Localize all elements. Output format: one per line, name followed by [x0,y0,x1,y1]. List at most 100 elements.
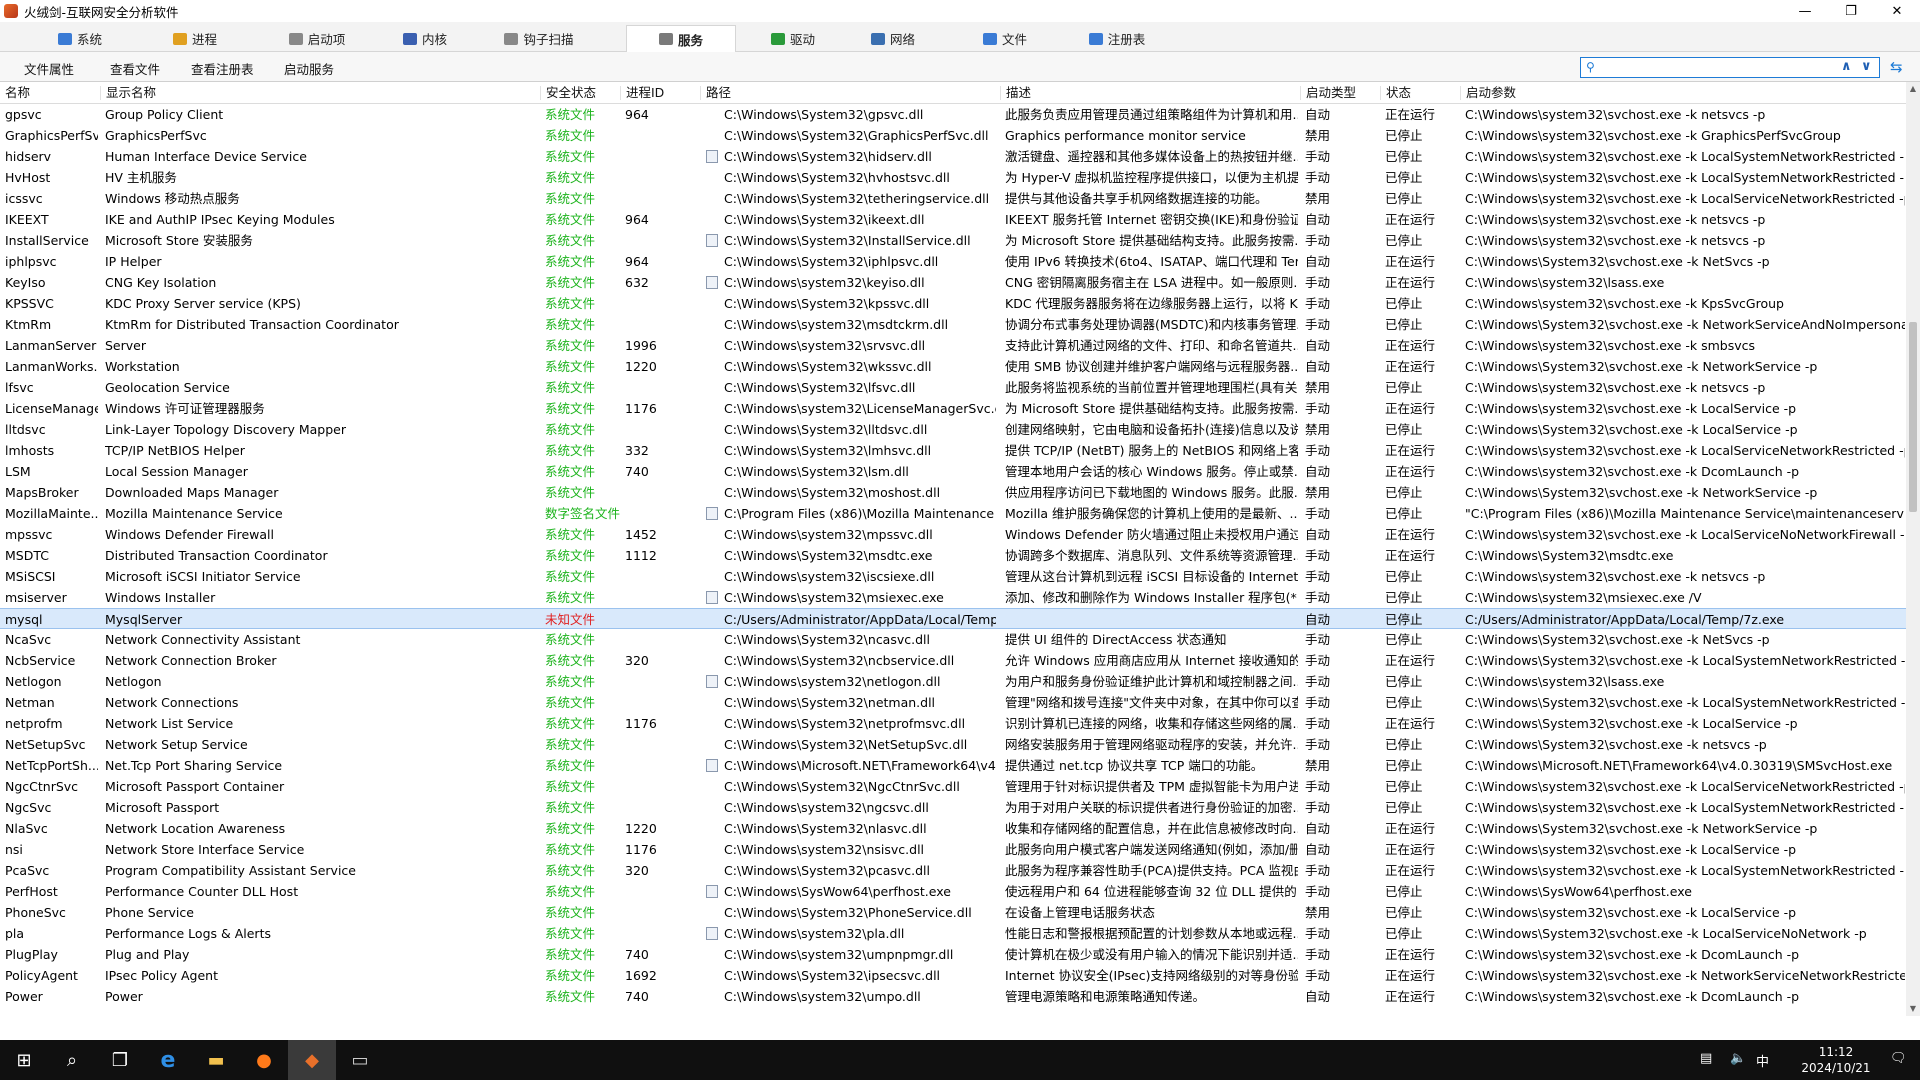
column-header-display-name[interactable]: 显示名称 [100,86,156,100]
tab-file[interactable]: 文件 [950,25,1060,52]
table-row[interactable]: netprofm Network List Service 系统文件 1176 C:\W… [0,713,1906,734]
maximize-button[interactable]: ❐ [1828,0,1874,22]
file-properties-button[interactable]: 文件属性 [24,59,74,78]
table-row[interactable]: Power Power 系统文件 740 C:\Windows\system32\ump… [0,986,1906,1007]
table-row[interactable]: InstallService Microsoft Store 安装服务 系统文件 C:… [0,230,1906,251]
cell-name: gpsvc [5,107,42,122]
table-row[interactable]: KPSSVC KDC Proxy Server service (KPS) 系统文件… [0,293,1906,314]
tab-label: 文件 [1001,32,1027,47]
view-registry-button[interactable]: 查看注册表 [191,59,254,78]
notification-icon[interactable]: 🗨 [1890,1051,1907,1066]
column-header-name[interactable]: 名称 [0,86,30,100]
table-row[interactable]: lmhosts TCP/IP NetBIOS Helper 系统文件 332 C:\Wi… [0,440,1906,461]
table-row[interactable]: lltdsvc Link-Layer Topology Discovery Map… [0,419,1906,440]
search-box[interactable]: ⚲ ∧ ∨ [1580,57,1880,78]
table-row[interactable]: PlugPlay Plug and Play 系统文件 740 C:\Windows\s… [0,944,1906,965]
table-row[interactable]: NetTcpPortSh... Net.Tcp Port Sharing Serv… [0,755,1906,776]
file-icon [982,32,997,45]
table-row[interactable]: NlaSvc Network Location Awareness 系统文件 1220… [0,818,1906,839]
table-row[interactable]: msiserver Windows Installer 系统文件 C:\Windows… [0,587,1906,608]
table-row[interactable]: lfsvc Geolocation Service 系统文件 C:\Windows\S… [0,377,1906,398]
cell-start-type: 自动 [1305,612,1331,627]
table-row[interactable]: Netlogon Netlogon 系统文件 C:\Windows\system32\… [0,671,1906,692]
explorer-icon[interactable]: ▬ [192,1040,240,1080]
table-row[interactable]: LSM Local Session Manager 系统文件 740 C:\Window… [0,461,1906,482]
tab-service[interactable]: 服务 [626,25,736,53]
scrollbar-thumb[interactable] [1909,322,1917,512]
table-row[interactable]: MapsBroker Downloaded Maps Manager 系统文件 C:\… [0,482,1906,503]
table-row[interactable]: pla Performance Logs & Alerts 系统文件 C:\Windo… [0,923,1906,944]
table-row[interactable]: PcaSvc Program Compatibility Assistant Se… [0,860,1906,881]
column-header-pid[interactable]: 进程ID [620,86,664,100]
refresh-icon[interactable]: ⇆ [1890,58,1903,76]
table-row[interactable]: PolicyAgent IPsec Policy Agent 系统文件 1692 C:\… [0,965,1906,986]
search-icon[interactable]: ⌕ [48,1040,96,1080]
tab-driver[interactable]: 驱动 [738,25,848,52]
cell-display-name: Windows 移动热点服务 [105,191,240,206]
table-row[interactable]: GraphicsPerfSvc GraphicsPerfSvc 系统文件 C:\Win… [0,125,1906,146]
tab-hook[interactable]: 钩子扫描 [484,25,594,52]
scroll-up-icon[interactable]: ▲ [1906,82,1920,96]
table-row[interactable]: icssvc Windows 移动热点服务 系统文件 C:\Windows\Syste… [0,188,1906,209]
column-header-status[interactable]: 状态 [1380,86,1411,100]
table-row[interactable]: MSiSCSI Microsoft iSCSI Initiator Service… [0,566,1906,587]
table-row[interactable]: LanmanServer Server 系统文件 1996 C:\Windows\sys… [0,335,1906,356]
column-header-path[interactable]: 路径 [700,86,731,100]
cell-status: 正在运行 [1385,548,1436,563]
tab-process[interactable]: 进程 [140,25,250,52]
tab-registry[interactable]: 注册表 [1062,25,1172,52]
column-header-start-type[interactable]: 启动类型 [1300,86,1356,100]
table-row[interactable]: mysql MysqlServer 未知文件 C:/Users/Administrat… [0,608,1906,629]
table-row[interactable]: NcbService Network Connection Broker 系统文件 3… [0,650,1906,671]
column-header-start-params[interactable]: 启动参数 [1460,86,1516,100]
ime-indicator[interactable]: 中 [1756,1051,1769,1070]
view-file-button[interactable]: 查看文件 [110,59,160,78]
table-row[interactable]: mpssvc Windows Defender Firewall 系统文件 1452 C… [0,524,1906,545]
table-row[interactable]: PhoneSvc Phone Service 系统文件 C:\Windows\Syst… [0,902,1906,923]
terminal-icon[interactable]: ▭ [336,1040,384,1080]
table-row[interactable]: KtmRm KtmRm for Distributed Transaction C… [0,314,1906,335]
table-row[interactable]: Netman Network Connections 系统文件 C:\Windows\… [0,692,1906,713]
search-next-button[interactable]: ∨ [1861,59,1872,74]
column-header-security[interactable]: 安全状态 [540,86,596,100]
scroll-down-icon[interactable]: ▼ [1906,1002,1920,1016]
minimize-button[interactable]: — [1782,0,1828,22]
tab-startup[interactable]: 启动项 [262,25,372,52]
table-row[interactable]: LicenseManager Windows 许可证管理器服务 系统文件 1176 C:… [0,398,1906,419]
network-tray-icon[interactable]: ▤ [1700,1051,1712,1066]
table-row[interactable]: NgcSvc Microsoft Passport 系统文件 C:\Windows\s… [0,797,1906,818]
cell-description: Internet 协议安全(IPsec)支持网络级别的对等身份验... [1005,968,1298,983]
table-row[interactable]: NcaSvc Network Connectivity Assistant 系统文件… [0,629,1906,650]
huorong-icon[interactable]: ◆ [288,1040,336,1080]
table-row[interactable]: IKEEXT IKE and AuthIP IPsec Keying Module… [0,209,1906,230]
search-prev-button[interactable]: ∧ [1841,59,1852,74]
table-row[interactable]: iphlpsvc IP Helper 系统文件 964 C:\Windows\Syste… [0,251,1906,272]
firefox-icon[interactable]: ● [240,1040,288,1080]
table-row[interactable]: NgcCtnrSvc Microsoft Passport Container 系统… [0,776,1906,797]
start-service-button[interactable]: 启动服务 [284,59,334,78]
table-row[interactable]: nsi Network Store Interface Service 系统文件 11… [0,839,1906,860]
table-row[interactable]: HvHost HV 主机服务 系统文件 C:\Windows\System32\hvh… [0,167,1906,188]
table-row[interactable]: LanmanWorks... Workstation 系统文件 1220 C:\Wind… [0,356,1906,377]
tab-network[interactable]: 网络 [838,25,948,52]
system-clock[interactable]: 11:12 2024/10/21 [1786,1044,1886,1076]
table-row[interactable]: MSDTC Distributed Transaction Coordinator… [0,545,1906,566]
table-row[interactable]: MozillaMainte... Mozilla Maintenance Serv… [0,503,1906,524]
table-row[interactable]: KeyIso CNG Key Isolation 系统文件 632 C:\Windows… [0,272,1906,293]
start-icon[interactable]: ⊞ [0,1040,48,1080]
ie-icon[interactable]: e [144,1040,192,1080]
close-button[interactable]: ✕ [1874,0,1920,22]
network-icon [870,32,885,45]
table-row[interactable]: hidserv Human Interface Device Service 系统文… [0,146,1906,167]
search-input[interactable] [1605,59,1825,76]
table-row[interactable]: PerfHost Performance Counter DLL Host 系统文件… [0,881,1906,902]
table-row[interactable]: NetSetupSvc Network Setup Service 系统文件 C:\W… [0,734,1906,755]
cell-pid [625,612,695,627]
task-view-icon[interactable]: ❐ [96,1040,144,1080]
tab-system[interactable]: 系统 [25,25,135,52]
tab-kernel[interactable]: 内核 [370,25,480,52]
column-header-description[interactable]: 描述 [1000,86,1031,100]
vertical-scrollbar[interactable]: ▲ ▼ [1906,82,1920,1016]
volume-tray-icon[interactable]: 🔈 [1730,1051,1746,1066]
table-row[interactable]: gpsvc Group Policy Client 系统文件 964 C:\Window… [0,104,1906,125]
